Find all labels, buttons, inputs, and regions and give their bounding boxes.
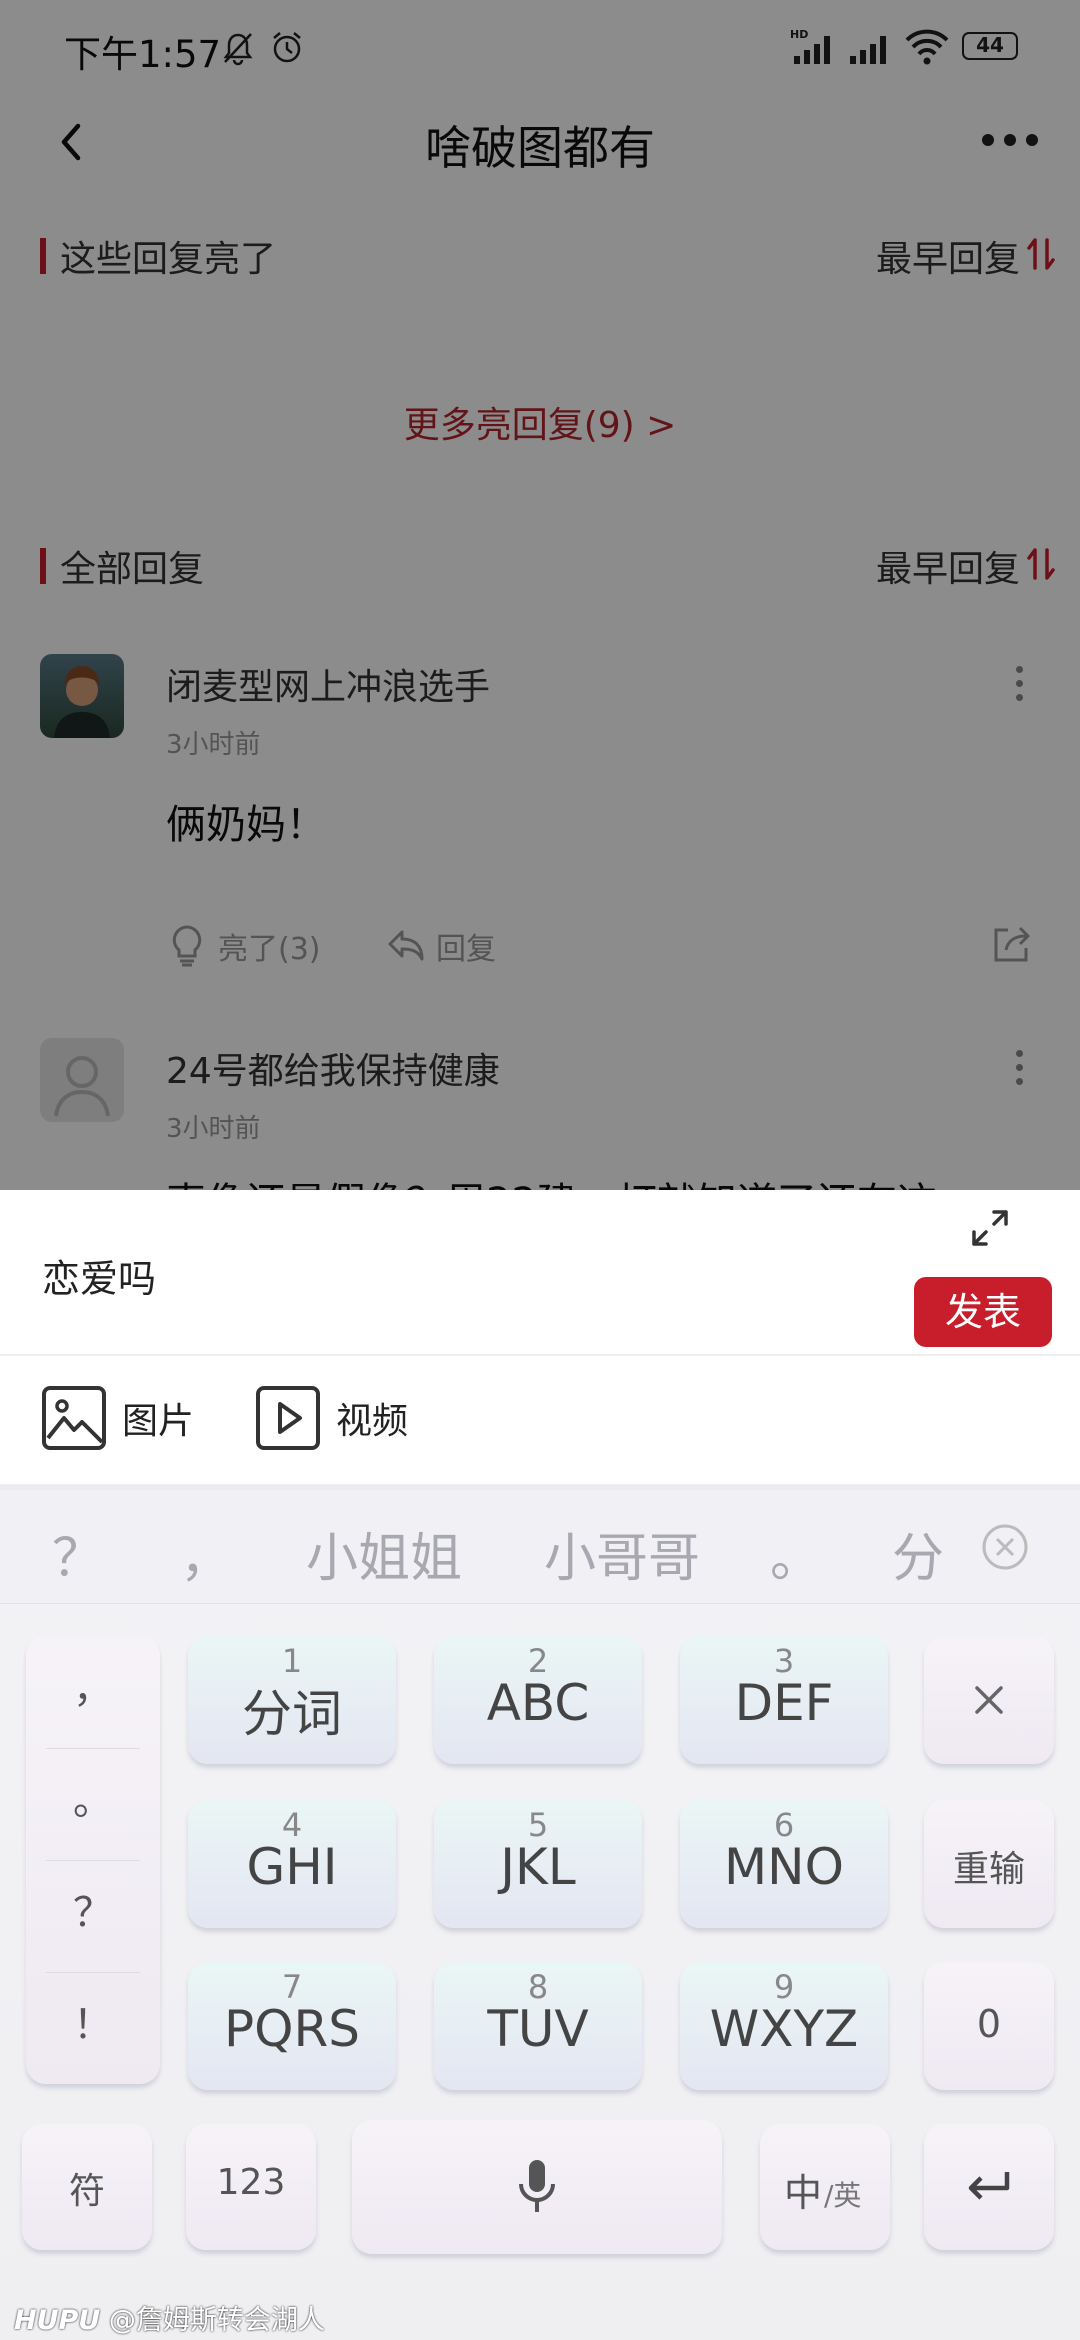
dim-overlay[interactable] bbox=[0, 0, 1080, 1190]
key-label: JKL bbox=[500, 1838, 576, 1896]
lang-main-label: 中 bbox=[784, 2171, 823, 2215]
punctuation-key[interactable]: 。 bbox=[26, 1768, 160, 1826]
candidate-item[interactable]: 分 bbox=[892, 1516, 944, 1591]
divider bbox=[46, 1748, 140, 1749]
reply-input[interactable]: 恋爱吗 bbox=[42, 1248, 156, 1303]
candidate-item[interactable]: 。 bbox=[770, 1516, 822, 1591]
divider bbox=[46, 1972, 140, 1973]
enter-key[interactable] bbox=[924, 2124, 1054, 2250]
add-video-button[interactable]: 视频 bbox=[254, 1384, 408, 1452]
expand-icon[interactable] bbox=[970, 1208, 1010, 1248]
number-mode-label: 123 bbox=[216, 2162, 286, 2203]
watermark-brand: HUPU bbox=[14, 2305, 101, 2336]
enter-icon bbox=[968, 2172, 1010, 2200]
key-4[interactable]: 4 GHI bbox=[188, 1800, 396, 1928]
backspace-icon bbox=[975, 1686, 1003, 1714]
lang-sub-label: /英 bbox=[824, 2179, 862, 2212]
divider bbox=[0, 1354, 1080, 1356]
video-play-icon bbox=[256, 1386, 320, 1450]
key-9[interactable]: 9 WXYZ bbox=[680, 1962, 888, 2090]
key-2[interactable]: 2 ABC bbox=[434, 1636, 642, 1764]
key-3[interactable]: 3 DEF bbox=[680, 1636, 888, 1764]
key-5[interactable]: 5 JKL bbox=[434, 1800, 642, 1928]
key-label: MNO bbox=[724, 1838, 844, 1896]
punctuation-key[interactable]: ！ bbox=[26, 1992, 160, 2050]
candidate-item[interactable]: 小姐姐 bbox=[306, 1516, 462, 1591]
key-1[interactable]: 1 分词 bbox=[188, 1636, 396, 1764]
key-label: 分词 bbox=[242, 1685, 342, 1743]
close-candidates-icon[interactable] bbox=[980, 1522, 1030, 1572]
key-label: WXYZ bbox=[709, 2000, 859, 2058]
key-0[interactable]: 0 bbox=[924, 1962, 1054, 2090]
microphone-icon bbox=[519, 2160, 555, 2212]
key-label: PQRS bbox=[224, 2000, 360, 2058]
punctuation-key[interactable]: ？ bbox=[26, 1880, 160, 1938]
symbol-label: 符 bbox=[68, 2171, 105, 2212]
divider bbox=[46, 1860, 140, 1861]
watermark: HUPU @詹姆斯转会湖人 bbox=[14, 2298, 325, 2337]
key-label: 0 bbox=[976, 2002, 1002, 2046]
watermark-text: @詹姆斯转会湖人 bbox=[108, 2305, 325, 2336]
retype-label: 重输 bbox=[952, 1849, 1025, 1890]
key-label: ABC bbox=[486, 1674, 590, 1732]
candidate-item[interactable]: 小哥哥 bbox=[544, 1516, 700, 1591]
number-mode-key[interactable]: 123 bbox=[186, 2124, 316, 2250]
backspace-key[interactable] bbox=[924, 1636, 1054, 1764]
image-icon bbox=[42, 1386, 106, 1450]
image-label: 图片 bbox=[122, 1401, 195, 1442]
punctuation-key[interactable]: ， bbox=[26, 1656, 160, 1714]
ime-keyboard: ？ ， 小姐姐 小哥哥 。 分 ， 。 ？ ！ 1 分词 2 ABC 3 DEF… bbox=[0, 1490, 1080, 2340]
key-label: DEF bbox=[734, 1674, 834, 1732]
retype-key[interactable]: 重输 bbox=[924, 1800, 1054, 1928]
candidate-item[interactable]: ， bbox=[180, 1516, 232, 1591]
reply-compose-panel: 恋爱吗 发表 图片 视频 bbox=[0, 1190, 1080, 1490]
add-image-button[interactable]: 图片 bbox=[40, 1384, 194, 1452]
send-button[interactable]: 发表 bbox=[914, 1277, 1052, 1347]
video-label: 视频 bbox=[336, 1401, 409, 1442]
key-label: GHI bbox=[246, 1838, 338, 1896]
key-8[interactable]: 8 TUV bbox=[434, 1962, 642, 2090]
candidate-bar: ？ ， 小姐姐 小哥哥 。 分 bbox=[0, 1490, 1080, 1604]
language-toggle-key[interactable]: 中 /英 bbox=[760, 2124, 890, 2250]
candidate-item[interactable]: ？ bbox=[52, 1516, 104, 1591]
symbol-key[interactable]: 符 bbox=[22, 2124, 152, 2250]
app-root: 下午1:57 HD 44 啥破图都有 这些回复亮了 最早回复 更多亮回复(9) … bbox=[0, 0, 1080, 2340]
key-6[interactable]: 6 MNO bbox=[680, 1800, 888, 1928]
key-label: TUV bbox=[487, 2000, 589, 2058]
key-7[interactable]: 7 PQRS bbox=[188, 1962, 396, 2090]
punctuation-column: ， 。 ？ ！ bbox=[26, 1636, 160, 2084]
space-voice-key[interactable] bbox=[352, 2120, 722, 2254]
